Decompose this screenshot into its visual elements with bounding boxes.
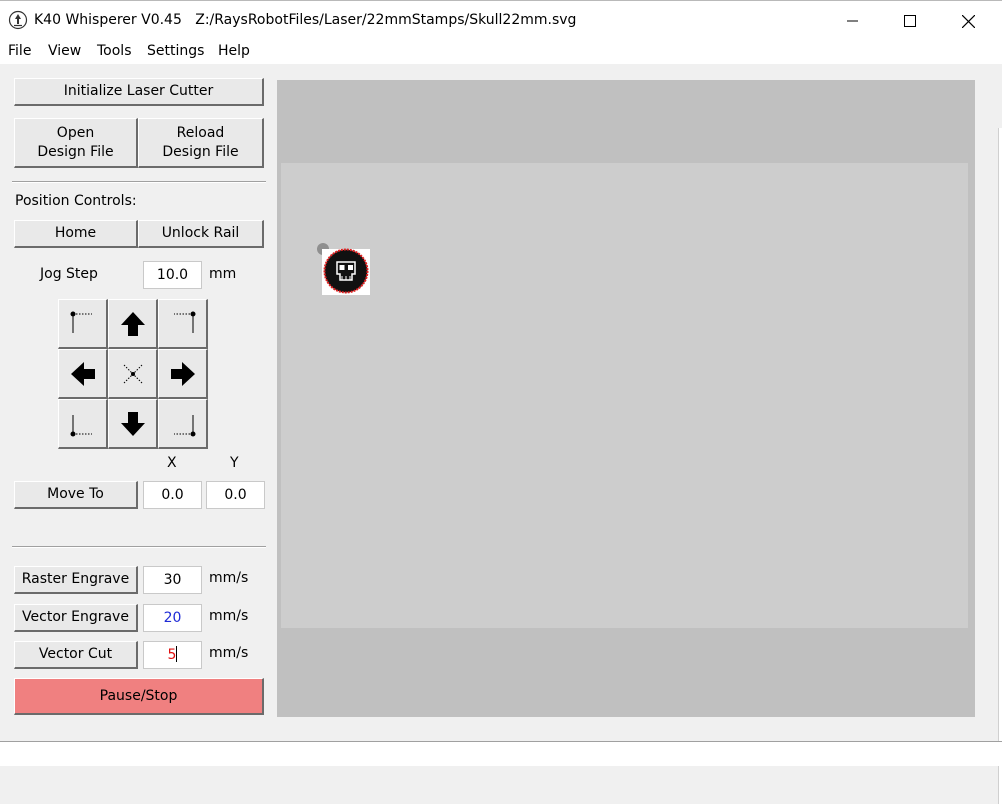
arrow-right-icon xyxy=(170,361,195,386)
reload-button-line1: Reload xyxy=(176,124,225,141)
menu-view[interactable]: View xyxy=(48,43,81,59)
open-design-file-button[interactable]: Open Design File xyxy=(14,118,138,168)
window-title: K40 Whisperer V0.45 Z:/RaysRobotFiles/La… xyxy=(34,12,576,28)
main-content: Initialize Laser Cutter Open Design File… xyxy=(0,64,1002,804)
vector-engrave-speed-input[interactable]: 20 xyxy=(143,604,202,632)
jog-down-button[interactable] xyxy=(108,399,158,449)
maximize-icon xyxy=(904,15,916,27)
jog-bottom-left-button[interactable] xyxy=(58,399,108,449)
jog-up-button[interactable] xyxy=(108,299,158,349)
separator xyxy=(12,181,266,183)
minimize-button[interactable] xyxy=(830,1,876,41)
jog-step-unit: mm xyxy=(209,266,237,282)
maximize-button[interactable] xyxy=(887,1,933,41)
menu-tools[interactable]: Tools xyxy=(97,43,132,59)
raster-speed-input[interactable]: 30 xyxy=(143,566,202,594)
move-to-button[interactable]: Move To xyxy=(14,481,138,509)
vector-cut-speed-unit: mm/s xyxy=(209,645,249,661)
close-button[interactable] xyxy=(945,1,991,41)
arrow-down-icon xyxy=(120,411,145,436)
vector-engrave-speed-unit: mm/s xyxy=(209,608,249,624)
center-x-icon xyxy=(123,364,142,383)
menu-settings[interactable]: Settings xyxy=(147,43,204,59)
text-cursor xyxy=(176,646,178,662)
raster-engrave-button[interactable]: Raster Engrave xyxy=(14,566,138,594)
top-left-corner-icon xyxy=(70,311,92,333)
separator xyxy=(12,546,266,548)
jog-bottom-right-button[interactable] xyxy=(158,399,208,449)
title-bar: K40 Whisperer V0.45 Z:/RaysRobotFiles/La… xyxy=(0,0,1002,41)
reload-design-file-button[interactable]: Reload Design File xyxy=(138,118,264,168)
menu-bar: File View Tools Settings Help xyxy=(0,40,1002,64)
jog-top-left-button[interactable] xyxy=(58,299,108,349)
jog-step-input[interactable]: 10.0 xyxy=(143,261,202,289)
jog-top-right-button[interactable] xyxy=(158,299,208,349)
laser-bed-area xyxy=(281,163,968,628)
menu-file[interactable]: File xyxy=(8,43,31,59)
position-controls-heading: Position Controls: xyxy=(15,193,137,209)
x-label: X xyxy=(167,455,177,471)
status-bar xyxy=(0,741,1002,766)
vector-engrave-button[interactable]: Vector Engrave xyxy=(14,604,138,632)
x-position-input[interactable]: 0.0 xyxy=(143,481,202,509)
initialize-laser-button[interactable]: Initialize Laser Cutter xyxy=(14,78,264,106)
file-path: Z:/RaysRobotFiles/Laser/22mmStamps/Skull… xyxy=(195,12,577,28)
open-button-line2: Design File xyxy=(37,143,114,160)
jog-left-button[interactable] xyxy=(58,349,108,399)
reload-button-line2: Design File xyxy=(162,143,239,160)
pause-stop-button[interactable]: Pause/Stop xyxy=(14,678,264,715)
app-logo-icon xyxy=(8,10,28,30)
raster-speed-unit: mm/s xyxy=(209,570,249,586)
arrow-up-icon xyxy=(120,311,145,336)
window-edge xyxy=(998,128,1002,804)
work-area-canvas[interactable] xyxy=(277,80,975,717)
top-right-corner-icon xyxy=(173,311,195,333)
home-button[interactable]: Home xyxy=(14,220,138,248)
design-preview[interactable] xyxy=(317,240,377,300)
bottom-left-corner-icon xyxy=(70,414,92,436)
menu-help[interactable]: Help xyxy=(218,43,250,59)
y-position-input[interactable]: 0.0 xyxy=(206,481,265,509)
close-icon xyxy=(961,14,975,28)
y-label: Y xyxy=(230,455,239,471)
open-button-line1: Open xyxy=(56,124,95,141)
minimize-icon xyxy=(847,20,858,22)
jog-center-button[interactable] xyxy=(108,349,158,399)
unlock-rail-button[interactable]: Unlock Rail xyxy=(138,220,264,248)
vector-cut-button[interactable]: Vector Cut xyxy=(14,641,138,669)
jog-step-label: Jog Step xyxy=(40,266,98,282)
app-title: K40 Whisperer V0.45 xyxy=(34,12,182,28)
vector-cut-speed-field[interactable]: 5 xyxy=(143,641,202,669)
arrow-left-icon xyxy=(70,361,95,386)
bottom-right-corner-icon xyxy=(173,414,195,436)
jog-right-button[interactable] xyxy=(158,349,208,399)
vector-cut-speed-value: 5 xyxy=(167,647,177,663)
